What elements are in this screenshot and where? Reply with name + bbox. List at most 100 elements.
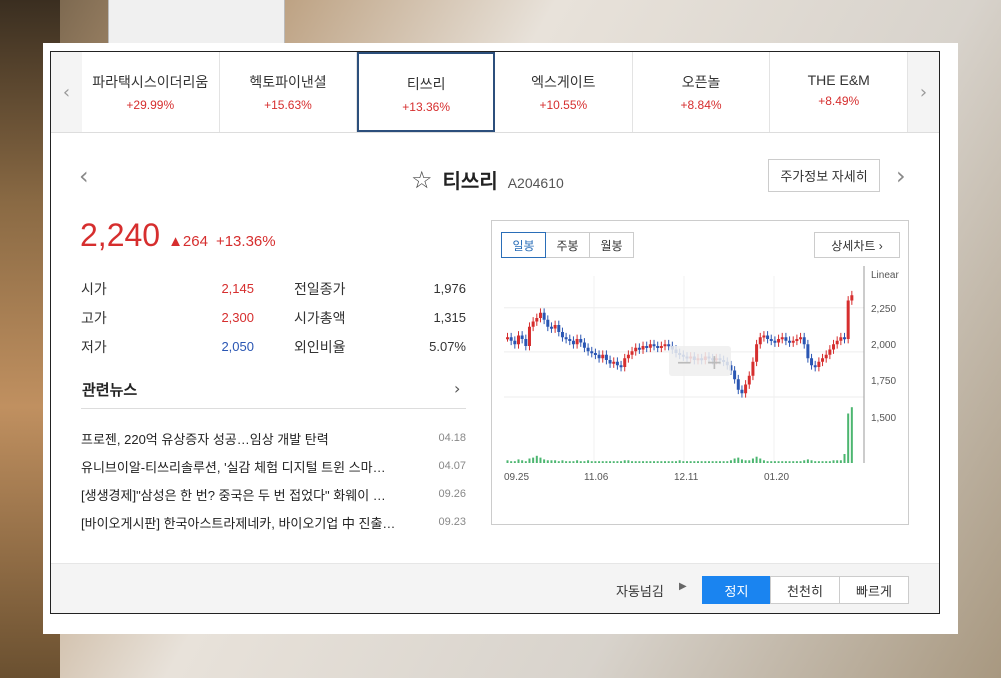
ticker-item[interactable]: 파라택시스이더리움 +29.99% xyxy=(82,52,220,132)
stat-label: 시가총액 xyxy=(294,309,346,326)
candle-body xyxy=(549,326,553,329)
ticker-item[interactable]: 헥토파이낸셜 +15.63% xyxy=(220,52,358,132)
volume-bar xyxy=(715,461,718,463)
volume-bar xyxy=(744,460,747,463)
stock-detail-button[interactable]: 주가정보 자세히 xyxy=(768,159,880,192)
candle-body xyxy=(843,337,847,340)
ticker-item[interactable]: THE E&M +8.49% xyxy=(770,52,909,132)
candlestick-chart[interactable]: 2,250 2,000 1,750 1,500 Linear 09.25 11.06 12.1… xyxy=(492,266,910,524)
news-item[interactable]: 프로젠, 220억 유상증자 성공…임상 개발 탄력 04.18 xyxy=(81,424,471,452)
ticker-change: +10.55% xyxy=(539,98,588,112)
volume-bar xyxy=(799,461,802,463)
ticker-item-active[interactable]: 티쓰리 +13.36% xyxy=(357,52,495,132)
news-item[interactable]: 유니브이알-티쓰리솔루션, '실감 체험 디지털 트윈 스마… 04.07 xyxy=(81,452,471,480)
ticker-prev-button[interactable]: ‹ xyxy=(51,52,82,132)
ticker-change: +13.36% xyxy=(402,100,450,114)
fast-button[interactable]: 빠르게 xyxy=(839,576,909,604)
stop-button[interactable]: 정지 xyxy=(702,576,771,604)
news-item[interactable]: [바이오게시판] 한국아스트라제네카, 바이오기업 中 진출… 09.23 xyxy=(81,508,471,536)
volume-bar xyxy=(806,459,809,463)
news-headline[interactable]: [생생경제]"삼성은 한 번? 중국은 두 번 접었다" 화웨이 … xyxy=(81,485,426,504)
zoom-out-icon: − xyxy=(676,350,693,374)
candle-body xyxy=(630,351,634,355)
volume-bar xyxy=(759,458,762,463)
candle-body xyxy=(773,340,777,343)
volume-bar xyxy=(707,461,710,463)
ticker-next-button[interactable]: › xyxy=(908,52,939,132)
stat-value: 2,145 xyxy=(221,281,254,296)
play-icon: ▶ xyxy=(679,581,687,592)
candle-body xyxy=(835,340,839,345)
zoom-in-icon: + xyxy=(706,350,723,374)
candle-body xyxy=(802,337,806,345)
candle-body xyxy=(509,337,513,341)
ticker-item[interactable]: 오픈놀 +8.84% xyxy=(633,52,771,132)
candle-body xyxy=(612,361,616,364)
news-headline[interactable]: [바이오게시판] 한국아스트라제네카, 바이오기업 中 진출… xyxy=(81,513,426,532)
news-more-chevron-icon[interactable]: › xyxy=(454,379,460,398)
volume-bar xyxy=(535,455,538,463)
volume-bar xyxy=(612,461,615,463)
news-headline[interactable]: 프로젠, 220억 유상증자 성공…임상 개발 탄력 xyxy=(81,429,426,448)
favorite-star-icon[interactable]: ☆ xyxy=(411,166,433,194)
current-price: 2,240 ▲264 +13.36% xyxy=(80,217,276,254)
candle-body xyxy=(634,347,638,352)
ticker-change: +8.49% xyxy=(818,94,860,108)
volume-bar xyxy=(638,461,641,463)
candle-body xyxy=(751,361,755,376)
volume-bar xyxy=(814,461,817,463)
candle-body xyxy=(799,337,803,340)
candle-body xyxy=(821,358,825,362)
next-stock-chevron-icon[interactable]: › xyxy=(896,162,906,190)
tab-monthly[interactable]: 월봉 xyxy=(589,232,634,258)
volume-bar xyxy=(832,460,835,463)
volume-bar xyxy=(729,460,732,463)
stat-row: 저가 2,050 외인비율 5.07% xyxy=(81,332,466,361)
candle-body xyxy=(593,353,597,355)
volume-bar xyxy=(524,461,527,463)
slow-button[interactable]: 천천히 xyxy=(770,576,840,604)
ticker-name: THE E&M xyxy=(807,72,870,88)
prev-stock-chevron-icon[interactable]: ‹ xyxy=(79,162,89,190)
volume-bar xyxy=(579,461,582,463)
stat-label: 시가 xyxy=(81,280,107,297)
news-date: 04.07 xyxy=(438,460,466,472)
stat-label: 저가 xyxy=(81,338,107,355)
stat-row: 시가 2,145 전일종가 1,976 xyxy=(81,274,466,303)
volume-bar xyxy=(784,461,787,463)
candle-body xyxy=(791,340,795,343)
candle-body xyxy=(506,337,509,340)
news-item[interactable]: [생생경제]"삼성은 한 번? 중국은 두 번 접었다" 화웨이 … 09.26 xyxy=(81,480,471,508)
candle-body xyxy=(560,332,564,338)
chart-period-tabs: 일봉 주봉 월봉 xyxy=(501,232,634,258)
candle-body xyxy=(762,335,766,338)
tab-weekly[interactable]: 주봉 xyxy=(545,232,590,258)
candle-body xyxy=(652,344,656,347)
volume-bar xyxy=(561,460,564,463)
stat-value: 1,976 xyxy=(433,281,466,296)
volume-bar xyxy=(616,461,619,463)
candle-body xyxy=(839,337,843,341)
volume-bar xyxy=(828,461,831,463)
candle-body xyxy=(524,339,528,346)
volume-bar xyxy=(795,461,798,463)
detail-chart-button[interactable]: 상세차트 › xyxy=(814,232,900,258)
candle-body xyxy=(813,365,817,368)
volume-bar xyxy=(678,460,681,463)
related-news-heading[interactable]: 관련뉴스 xyxy=(82,379,137,400)
auto-advance-label: 자동넘김 xyxy=(616,584,664,599)
volume-bar xyxy=(605,461,608,463)
candle-body xyxy=(645,346,649,348)
candle-body xyxy=(780,337,784,340)
candle-body xyxy=(795,339,799,341)
ticker-name: 티쓰리 xyxy=(406,76,446,92)
volume-bar xyxy=(656,461,659,463)
y-tick-label: 2,000 xyxy=(871,340,896,351)
y-tick-label: 1,500 xyxy=(871,413,896,424)
ticker-item[interactable]: 엑스게이트 +10.55% xyxy=(495,52,633,132)
ticker-change: +15.63% xyxy=(264,98,312,112)
volume-bar xyxy=(777,461,780,463)
volume-bar xyxy=(850,407,853,463)
tab-daily[interactable]: 일봉 xyxy=(501,232,546,258)
news-headline[interactable]: 유니브이알-티쓰리솔루션, '실감 체험 디지털 트윈 스마… xyxy=(81,457,426,476)
